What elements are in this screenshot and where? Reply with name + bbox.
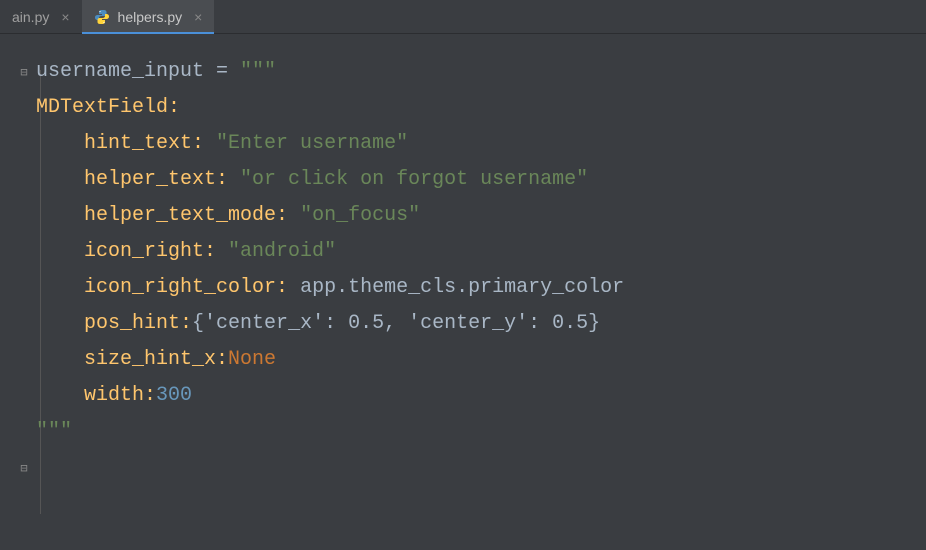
gutter: ⊟ ⊟ — [0, 34, 36, 550]
tab-main[interactable]: ain.py × — [0, 0, 82, 33]
code-token: helper_text_mode: — [84, 204, 300, 227]
code-token: 300 — [156, 384, 192, 407]
code-token: {'center_x': 0.5, 'center_y': 0.5} — [192, 312, 600, 335]
code-token: pos_hint: — [84, 312, 192, 335]
code-token: helper_text: — [84, 168, 240, 191]
fold-collapse-icon[interactable]: ⊟ — [18, 65, 30, 80]
close-icon[interactable]: × — [61, 9, 69, 25]
code-token: "on_focus" — [300, 204, 420, 227]
code-line: """ — [36, 414, 926, 450]
close-icon[interactable]: × — [194, 9, 202, 25]
python-file-icon — [94, 9, 110, 25]
code-token: """ — [36, 420, 72, 443]
code-line: pos_hint:{'center_x': 0.5, 'center_y': 0… — [36, 306, 926, 342]
code-token: username_input — [36, 60, 204, 83]
code-token: """ — [240, 60, 276, 83]
code-line: size_hint_x:None — [36, 342, 926, 378]
code-line: width:300 — [36, 378, 926, 414]
code-content[interactable]: username_input = """ MDTextField: hint_t… — [36, 34, 926, 550]
code-token: icon_right_color: — [84, 276, 300, 299]
code-token: "or click on forgot username" — [240, 168, 588, 191]
editor-area: ⊟ ⊟ username_input = """ MDTextField: hi… — [0, 34, 926, 550]
code-token: size_hint_x: — [84, 348, 228, 371]
tab-label: ain.py — [12, 9, 49, 25]
code-line: helper_text_mode: "on_focus" — [36, 198, 926, 234]
code-token: MDTextField: — [36, 96, 180, 119]
code-token: width: — [84, 384, 156, 407]
code-line: icon_right_color: app.theme_cls.primary_… — [36, 270, 926, 306]
tab-helpers[interactable]: helpers.py × — [82, 0, 215, 33]
code-token: "Enter username" — [216, 132, 408, 155]
code-token: hint_text: — [84, 132, 216, 155]
code-token: None — [228, 348, 276, 371]
code-token: icon_right: — [84, 240, 228, 263]
code-token: "android" — [228, 240, 336, 263]
code-token: app.theme_cls.primary_color — [300, 276, 624, 299]
code-line: icon_right: "android" — [36, 234, 926, 270]
code-line: helper_text: "or click on forgot usernam… — [36, 162, 926, 198]
tab-label: helpers.py — [118, 9, 183, 25]
code-token: = — [204, 60, 240, 83]
fold-expand-icon[interactable]: ⊟ — [18, 461, 30, 476]
code-line: username_input = """ — [36, 54, 926, 90]
code-line: hint_text: "Enter username" — [36, 126, 926, 162]
tab-bar: ain.py × helpers.py × — [0, 0, 926, 34]
code-line: MDTextField: — [36, 90, 926, 126]
